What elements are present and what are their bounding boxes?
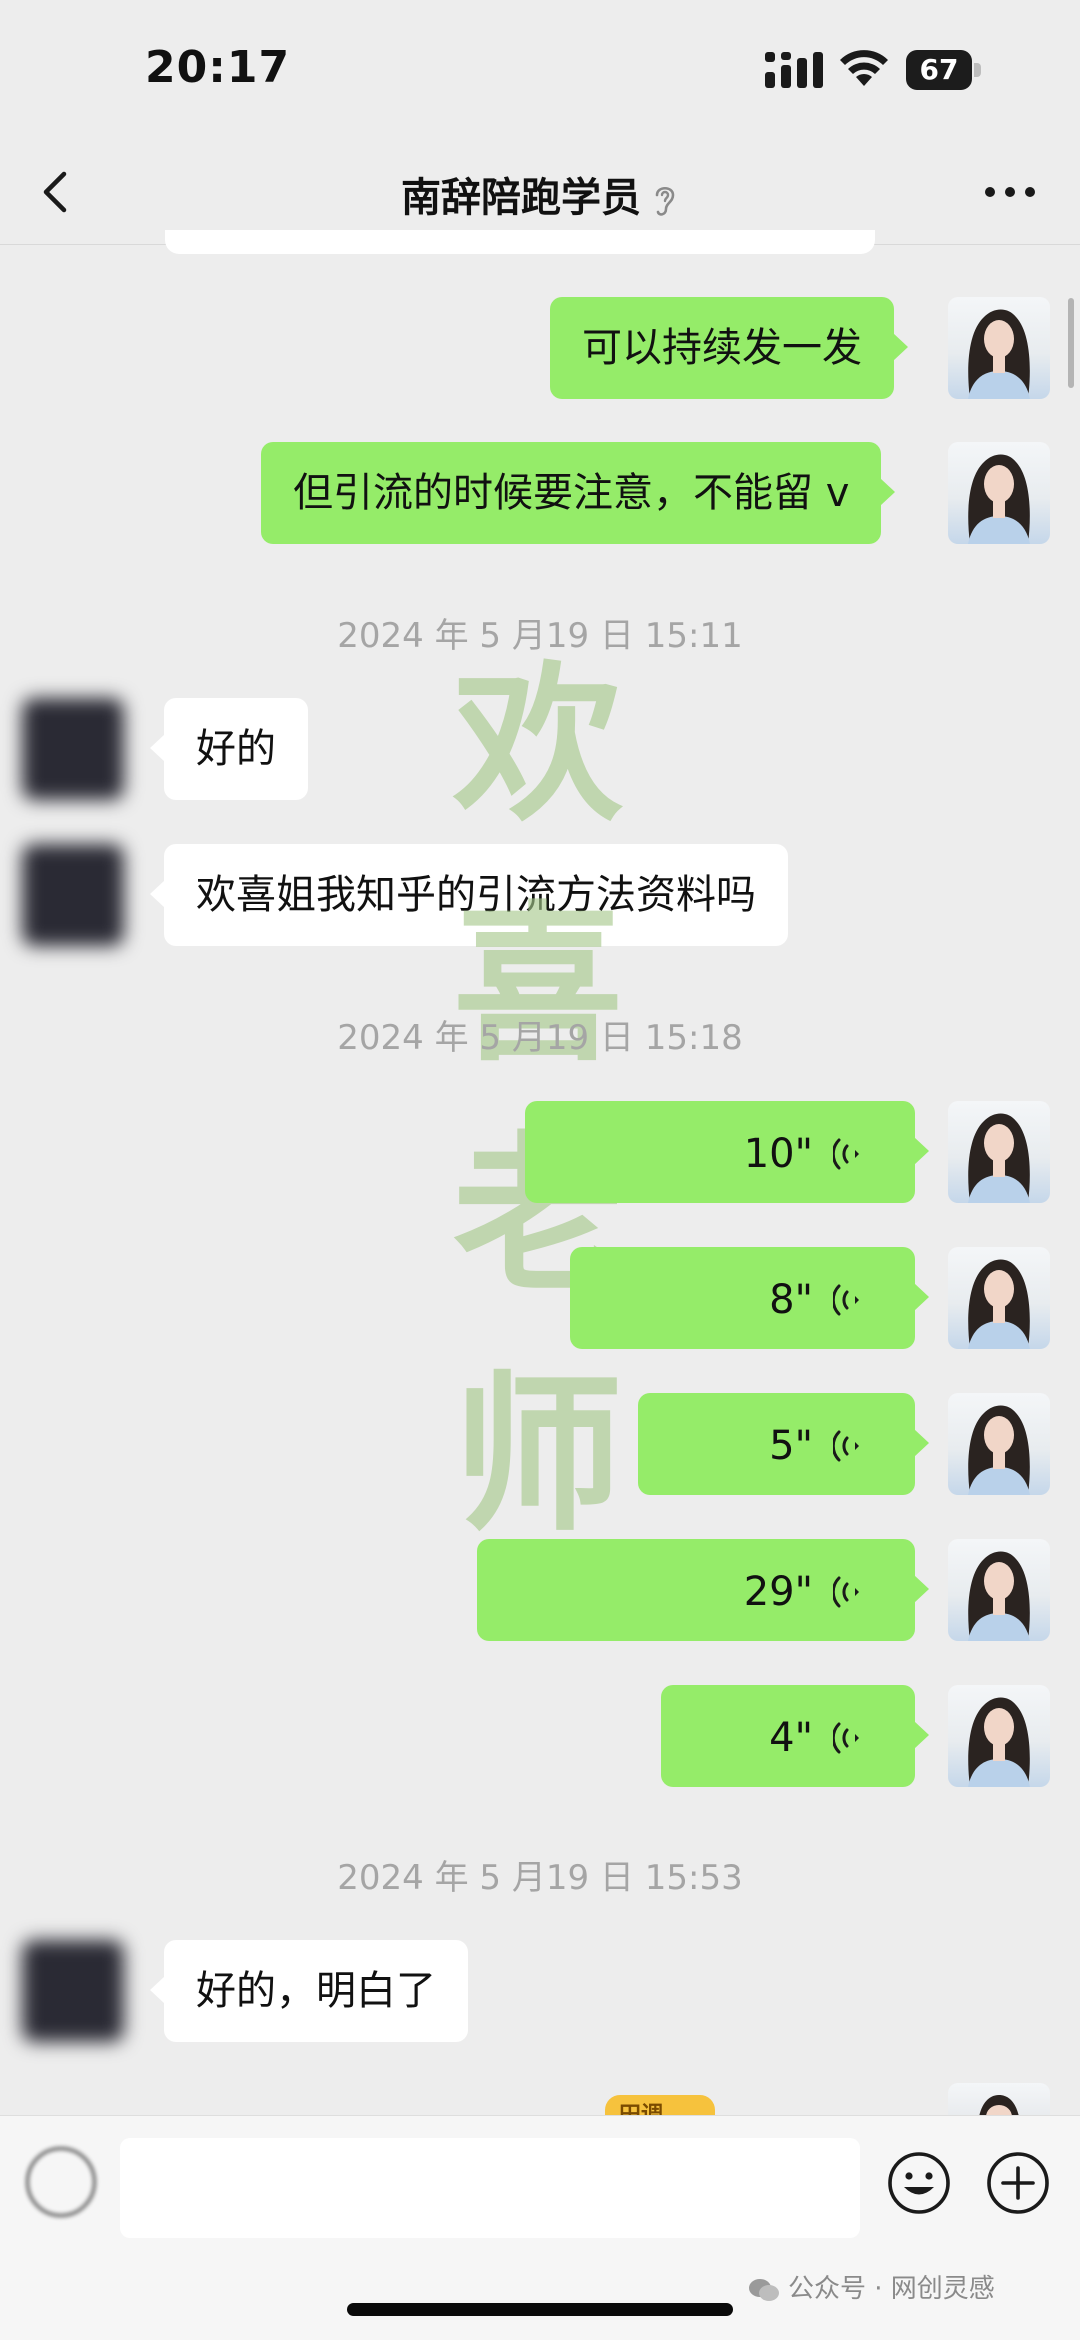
wechat-icon	[749, 2278, 779, 2301]
my-avatar[interactable]	[948, 1247, 1050, 1349]
message-bubble-received[interactable]: 好的，明白了	[150, 1940, 468, 2042]
voice-wave-icon	[833, 1138, 859, 1170]
contact-avatar[interactable]	[22, 698, 124, 800]
voice-duration: 10"	[743, 1131, 813, 1177]
message-bubble-sent[interactable]: 可以持续发一发	[550, 297, 908, 399]
plus-icon[interactable]	[985, 2150, 1051, 2216]
chat-title: 南辞陪跑学员	[0, 165, 1080, 223]
status-time: 20:17	[145, 42, 291, 93]
avatar-portrait-icon	[968, 454, 1030, 544]
status-bar: 20:17 67	[0, 0, 1080, 140]
watermark-char: 欢	[452, 645, 623, 845]
message-timestamp: 2024 年 5 月19 日 15:18	[337, 1018, 743, 1058]
my-avatar[interactable]	[948, 1393, 1050, 1495]
voice-input-icon[interactable]	[26, 2147, 96, 2217]
voice-duration: 29"	[743, 1569, 813, 1615]
more-icon[interactable]	[982, 172, 1038, 212]
voice-wave-icon	[833, 1576, 859, 1608]
source-text: 公众号 · 网创灵感	[788, 2274, 995, 2304]
home-indicator[interactable]	[347, 2303, 733, 2316]
avatar-portrait-icon	[968, 1113, 1030, 1203]
ear-icon	[655, 186, 675, 216]
voice-wave-icon	[833, 1722, 859, 1754]
my-avatar[interactable]	[948, 1685, 1050, 1787]
my-avatar[interactable]	[948, 442, 1050, 544]
my-avatar[interactable]	[948, 1539, 1050, 1641]
cellular-signal-icon	[765, 52, 823, 88]
message-text: 但引流的时候要注意，不能留 v	[293, 470, 850, 516]
battery-percent: 67	[919, 53, 959, 86]
my-avatar[interactable]	[948, 297, 1050, 399]
previous-message-edge	[165, 230, 875, 254]
message-input[interactable]	[120, 2138, 860, 2238]
message-bubble-sent[interactable]: 但引流的时候要注意，不能留 v	[261, 442, 896, 544]
avatar-portrait-icon	[968, 1551, 1030, 1641]
voice-duration: 5"	[769, 1423, 813, 1469]
message-text: 可以持续发一发	[582, 325, 862, 371]
my-avatar[interactable]	[948, 1101, 1050, 1203]
voice-duration: 4"	[769, 1715, 813, 1761]
avatar-portrait-icon	[968, 1259, 1030, 1349]
voice-wave-icon	[833, 1284, 859, 1316]
wifi-icon	[840, 50, 888, 86]
contact-avatar[interactable]	[22, 1940, 124, 2042]
emoji-icon[interactable]	[886, 2150, 952, 2216]
voice-wave-icon	[833, 1430, 859, 1462]
voice-message-bubble[interactable]: 8"	[570, 1247, 929, 1349]
battery-indicator: 67	[906, 50, 984, 90]
watermark-char: 师	[452, 1355, 623, 1555]
voice-message-bubble[interactable]: 4"	[661, 1685, 929, 1787]
voice-message-bubble[interactable]: 29"	[477, 1539, 929, 1641]
avatar-portrait-icon	[968, 1405, 1030, 1495]
contact-avatar[interactable]	[22, 844, 124, 946]
scroll-indicator[interactable]	[1068, 298, 1074, 388]
chat-title-text: 南辞陪跑学员	[401, 175, 641, 221]
message-text: 好的，明白了	[196, 1968, 436, 2014]
voice-duration: 8"	[769, 1277, 813, 1323]
source-watermark: 公众号 · 网创灵感	[748, 2268, 995, 2305]
avatar-portrait-icon	[968, 1697, 1030, 1787]
message-bubble-received[interactable]: 好的	[150, 698, 308, 800]
voice-message-bubble[interactable]: 10"	[525, 1101, 929, 1203]
message-text: 好的	[196, 726, 276, 772]
avatar-portrait-icon	[968, 309, 1030, 399]
message-timestamp: 2024 年 5 月19 日 15:53	[337, 1858, 743, 1898]
voice-message-bubble[interactable]: 5"	[638, 1393, 929, 1495]
